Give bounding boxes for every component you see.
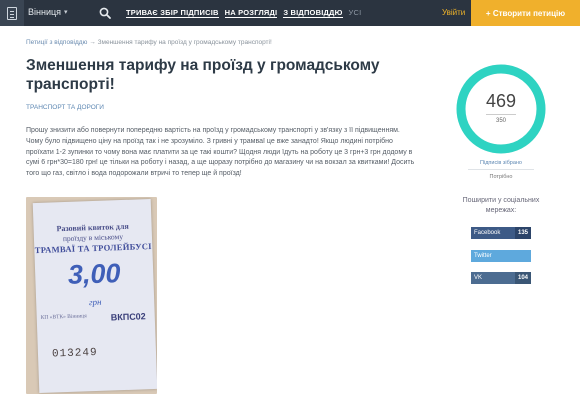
- nav-all[interactable]: Усі: [349, 8, 362, 18]
- petition-category-link[interactable]: Транспорт та дороги: [26, 104, 104, 111]
- vk-share-button[interactable]: VK 104: [471, 272, 531, 284]
- ticket-price: 3,00: [67, 258, 122, 290]
- vk-share-count: 104: [514, 272, 531, 284]
- ticket-unit: грн: [88, 296, 102, 308]
- breadcrumb-parent-link[interactable]: Петиції з відповіддю: [26, 39, 87, 46]
- main-nav: Триває збір підписів На розгляді З відпо…: [126, 8, 361, 18]
- count-divider: [486, 114, 516, 115]
- login-link[interactable]: Увійти: [442, 8, 465, 17]
- city-label: Вінниця: [28, 7, 61, 17]
- create-petition-button[interactable]: + Створити петицію: [471, 0, 580, 26]
- facebook-share-count: 135: [514, 227, 531, 239]
- signatures-collected-label: Підписів зібрано: [480, 160, 522, 166]
- signatures-needed-label: Потрібно: [489, 174, 513, 180]
- page-title: Зменшення тарифу на проїзд у громадськом…: [26, 57, 380, 93]
- share-title: Поширити у соціальних мережах:: [462, 197, 540, 214]
- stats-divider: [468, 169, 534, 170]
- breadcrumb-separator: →: [89, 39, 96, 46]
- ticket-issuer: КП «ВТК» Вінниця: [40, 313, 87, 321]
- search-icon[interactable]: [99, 7, 111, 19]
- facebook-share-button[interactable]: Facebook 135: [471, 227, 531, 239]
- nav-under-review[interactable]: На розгляді: [224, 8, 278, 18]
- site-logo[interactable]: [0, 0, 24, 26]
- signature-count: 469: [485, 91, 517, 111]
- breadcrumb: Петиції з відповіддю → Зменшення тарифу …: [26, 39, 272, 46]
- ticket-series: ВКПС02: [110, 311, 146, 323]
- document-icon: [7, 6, 17, 20]
- ticket-photo[interactable]: Разовий квиток для проїзду в міському ТР…: [26, 197, 157, 394]
- nav-collecting-signatures[interactable]: Триває збір підписів: [126, 8, 219, 18]
- twitter-share-label: Twitter: [474, 253, 492, 259]
- twitter-share-button[interactable]: Twitter: [471, 250, 531, 262]
- top-navigation-bar: Вінниця ▾ Триває збір підписів На розгля…: [0, 0, 580, 26]
- city-selector[interactable]: Вінниця ▾: [28, 7, 68, 17]
- vk-share-label: VK: [474, 275, 483, 281]
- petition-body: Прошу знизити або повернути попередню ва…: [26, 127, 415, 178]
- facebook-share-label: Facebook: [474, 230, 501, 236]
- breadcrumb-current: Зменшення тарифу на проїзд у громадськом…: [97, 39, 272, 46]
- ticket-number: 013249: [51, 346, 98, 361]
- ticket-paper: Разовий квиток для проїзду в міському ТР…: [32, 198, 157, 394]
- nav-answered[interactable]: З відповіддю: [283, 8, 343, 18]
- chevron-down-icon: ▾: [64, 9, 68, 16]
- signature-goal: 350: [495, 118, 506, 124]
